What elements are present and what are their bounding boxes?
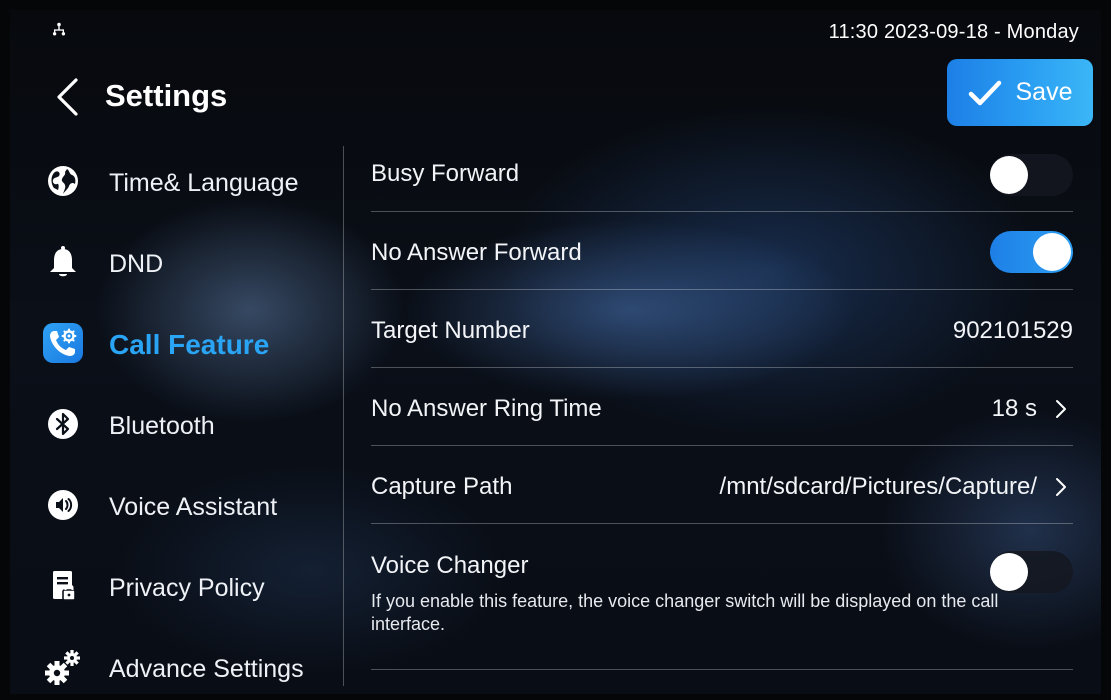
voice-changer-label: Voice Changer <box>371 552 529 579</box>
globe-icon <box>48 166 78 196</box>
sidebar-item-privacy-policy[interactable]: Privacy Policy <box>10 555 340 617</box>
capture-path-value: /mnt/sdcard/Pictures/Capture/ <box>720 473 1067 501</box>
setting-row-ring-time[interactable]: No Answer Ring Time 18 s <box>371 368 1073 446</box>
voice-changer-description: If you enable this feature, the voice ch… <box>371 591 999 634</box>
bluetooth-icon <box>48 409 78 439</box>
clock-date: 11:30 2023-09-18 - Monday <box>828 21 1079 43</box>
setting-row-no-answer-forward: No Answer Forward <box>371 212 1073 290</box>
status-bar: 11:30 2023-09-18 - Monday <box>10 10 1101 56</box>
settings-screen: 11:30 2023-09-18 - Monday Settings Save … <box>10 10 1101 694</box>
ring-time-label: No Answer Ring Time <box>371 395 602 422</box>
capture-path-label: Capture Path <box>371 473 513 500</box>
document-lock-icon <box>53 571 76 601</box>
busy-forward-label: Busy Forward <box>371 160 520 187</box>
sidebar-item-call-feature[interactable]: Call Feature <box>10 312 340 374</box>
ring-time-value: 18 s <box>992 395 1067 423</box>
setting-row-capture-path[interactable]: Capture Path /mnt/sdcard/Pictures/Captur… <box>371 446 1073 524</box>
busy-forward-toggle[interactable] <box>990 154 1073 196</box>
sidebar-item-label: Time& Language <box>109 169 299 197</box>
sidebar-divider <box>343 146 344 686</box>
chevron-left-icon <box>57 78 78 116</box>
sidebar-item-advance-settings[interactable]: Advance Settings <box>10 636 340 694</box>
chevron-right-icon <box>1056 400 1066 418</box>
voice-changer-toggle[interactable] <box>990 551 1073 593</box>
page-title: Settings <box>105 78 228 113</box>
check-icon <box>968 80 1001 105</box>
sidebar-item-dnd[interactable]: DND <box>10 231 340 293</box>
gears-icon <box>45 650 80 685</box>
network-icon <box>52 22 66 36</box>
bell-icon <box>50 246 76 277</box>
toggle-knob <box>1033 233 1071 271</box>
save-label: Save <box>1015 78 1073 106</box>
sidebar-item-time-language[interactable]: Time& Language <box>10 150 340 212</box>
no-answer-forward-label: No Answer Forward <box>371 239 582 266</box>
sidebar-item-label: Call Feature <box>109 329 270 360</box>
target-number-value: 902101529 <box>952 317 1073 344</box>
no-answer-forward-toggle[interactable] <box>990 231 1073 273</box>
sidebar-item-label: Bluetooth <box>109 412 215 440</box>
sidebar-item-voice-assistant[interactable]: Voice Assistant <box>10 474 340 536</box>
toggle-knob <box>990 156 1028 194</box>
sidebar: Time& Language DND Call Feature Bluetoot… <box>10 140 350 694</box>
setting-row-busy-forward: Busy Forward <box>371 140 1073 212</box>
chevron-right-icon <box>1056 478 1066 496</box>
sidebar-item-label: DND <box>109 250 164 278</box>
phone-gear-icon <box>50 328 77 356</box>
sidebar-item-label: Privacy Policy <box>109 574 265 602</box>
back-button[interactable] <box>50 76 86 118</box>
sidebar-item-label: Voice Assistant <box>109 493 278 521</box>
setting-row-voice-changer: Voice Changer If you enable this feature… <box>371 524 1073 670</box>
toggle-knob <box>990 553 1028 591</box>
target-number-label: Target Number <box>371 317 530 344</box>
sidebar-item-bluetooth[interactable]: Bluetooth <box>10 393 340 455</box>
save-button[interactable]: Save <box>947 59 1093 126</box>
speaker-icon <box>48 490 78 520</box>
sidebar-item-label: Advance Settings <box>109 655 304 683</box>
setting-row-target-number[interactable]: Target Number 902101529 <box>371 290 1073 368</box>
